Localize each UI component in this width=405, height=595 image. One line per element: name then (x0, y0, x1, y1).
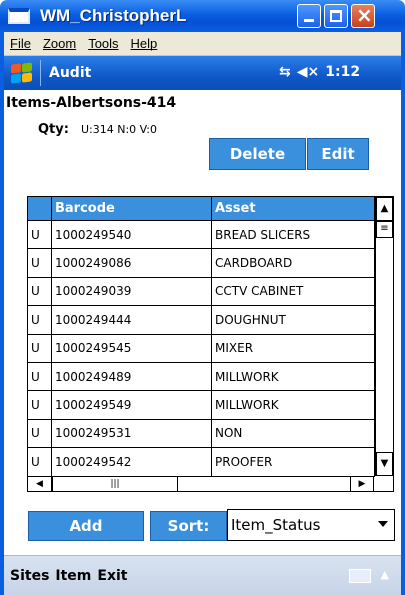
app-window-icon (8, 8, 30, 24)
horizontal-scroll-thumb[interactable]: ||| (52, 477, 178, 491)
row-asset-cell: MILLWORK (212, 391, 375, 420)
minimize-button[interactable] (297, 4, 321, 28)
softkey-bar: Sites Item Exit ▲ (4, 555, 401, 595)
delete-button[interactable]: Delete (209, 138, 306, 170)
qty-value: U:314 N:0 V:0 (81, 123, 158, 136)
page-title: Items-Albertsons-414 (6, 95, 177, 111)
menu-help[interactable]: Help (131, 36, 158, 51)
sort-label: Sort: (150, 511, 227, 541)
row-status-cell: U (28, 448, 52, 477)
row-asset-cell: CARDBOARD (212, 249, 375, 278)
row-barcode-cell: 1000249086 (52, 249, 212, 278)
softkey-item[interactable]: Item (55, 568, 91, 584)
keyboard-icon[interactable] (349, 569, 371, 583)
maximize-icon (330, 10, 342, 22)
row-asset-cell: BREAD SLICERS (212, 221, 375, 250)
row-asset-cell: CCTV CABINET (212, 277, 375, 307)
volume-muted-icon[interactable]: ◀× (297, 64, 320, 80)
table-row[interactable]: U 1000249545 MIXER (28, 334, 375, 363)
row-barcode-cell: 1000249444 (52, 306, 212, 335)
row-status-cell: U (28, 334, 52, 363)
scroll-right-icon[interactable]: ▶ (350, 477, 374, 491)
row-status-cell: U (28, 306, 52, 335)
grid-header: Barcode Asset (28, 197, 375, 221)
table-row[interactable]: U 1000249086 CARDBOARD (28, 249, 375, 278)
menu-file[interactable]: File (10, 36, 31, 51)
table-row[interactable]: U 1000249549 MILLWORK (28, 391, 375, 420)
table-row[interactable]: U 1000249542 PROOFER (28, 448, 375, 477)
minimize-icon (304, 19, 314, 22)
row-asset-cell: DOUGHNUT (212, 306, 375, 335)
scroll-thumb[interactable]: ≡ (376, 221, 393, 238)
scroll-up-icon[interactable]: ▲ (376, 197, 393, 221)
row-status-cell: U (28, 249, 52, 278)
wm-taskbar: Audit ⇆ ◀× 1:12 (4, 56, 401, 90)
softkey-exit[interactable]: Exit (97, 568, 127, 584)
row-barcode-cell: 1000249542 (52, 448, 212, 477)
header-barcode[interactable]: Barcode (52, 197, 212, 221)
vertical-scrollbar[interactable]: ▲ ≡ ▼ (375, 197, 393, 476)
row-barcode-cell: 1000249531 (52, 419, 212, 449)
row-asset-cell: MIXER (212, 334, 375, 363)
horizontal-scrollbar[interactable]: ◀ ||| ▶ (28, 476, 375, 491)
table-row[interactable]: U 1000249444 DOUGHNUT (28, 306, 375, 335)
sort-select[interactable]: Item_Status (227, 509, 395, 541)
row-asset-cell: PROOFER (212, 448, 375, 477)
row-barcode-cell: 1000249039 (52, 277, 212, 307)
close-icon: × (356, 3, 373, 27)
row-barcode-cell: 1000249489 (52, 363, 212, 392)
table-row[interactable]: U 1000249531 NON (28, 419, 375, 449)
window-frame-right (401, 32, 405, 595)
row-status-cell: U (28, 221, 52, 250)
taskbar-divider (40, 60, 41, 86)
row-asset-cell: NON (212, 419, 375, 449)
window-titlebar: WM_ChristopherL × (0, 0, 405, 32)
scroll-left-icon[interactable]: ◀ (28, 477, 52, 491)
row-status-cell: U (28, 419, 52, 449)
row-barcode-cell: 1000249549 (52, 391, 212, 420)
qty-label: Qty: (38, 122, 69, 137)
chevron-down-icon[interactable] (378, 521, 388, 527)
table-row[interactable]: U 1000249540 BREAD SLICERS (28, 221, 375, 250)
menu-tools[interactable]: Tools (88, 36, 118, 51)
softkey-sites[interactable]: Sites (10, 568, 49, 584)
window-title: WM_ChristopherL (40, 6, 187, 25)
connectivity-icon[interactable]: ⇆ (279, 64, 291, 80)
menu-bar: File Zoom Tools Help (4, 32, 401, 56)
header-asset[interactable]: Asset (212, 197, 375, 221)
window-frame-left (0, 32, 4, 595)
row-barcode-cell: 1000249545 (52, 334, 212, 363)
edit-button[interactable]: Edit (307, 138, 369, 170)
row-status-cell: U (28, 363, 52, 392)
input-panel-arrow-icon[interactable]: ▲ (381, 568, 389, 581)
row-status-cell: U (28, 391, 52, 420)
sort-select-value: Item_Status (231, 516, 321, 534)
clock[interactable]: 1:12 (325, 64, 360, 80)
windows-start-icon[interactable] (8, 61, 34, 85)
close-button[interactable]: × (351, 3, 375, 28)
table-row[interactable]: U 1000249039 CCTV CABINET (28, 277, 375, 307)
row-asset-cell: MILLWORK (212, 363, 375, 392)
status-area[interactable]: ⇆ ◀× 1:12 (279, 64, 360, 80)
table-row[interactable]: U 1000249489 MILLWORK (28, 363, 375, 392)
header-status[interactable] (28, 197, 52, 221)
row-status-cell: U (28, 277, 52, 307)
scroll-down-icon[interactable]: ▼ (376, 452, 393, 476)
app-title: Audit (49, 65, 92, 81)
row-barcode-cell: 1000249540 (52, 221, 212, 250)
items-grid: Barcode Asset U 1000249540 BREAD SLICERS U 1… (27, 196, 394, 492)
menu-zoom[interactable]: Zoom (43, 36, 76, 51)
add-button[interactable]: Add (28, 511, 144, 541)
maximize-button[interactable] (324, 4, 348, 28)
